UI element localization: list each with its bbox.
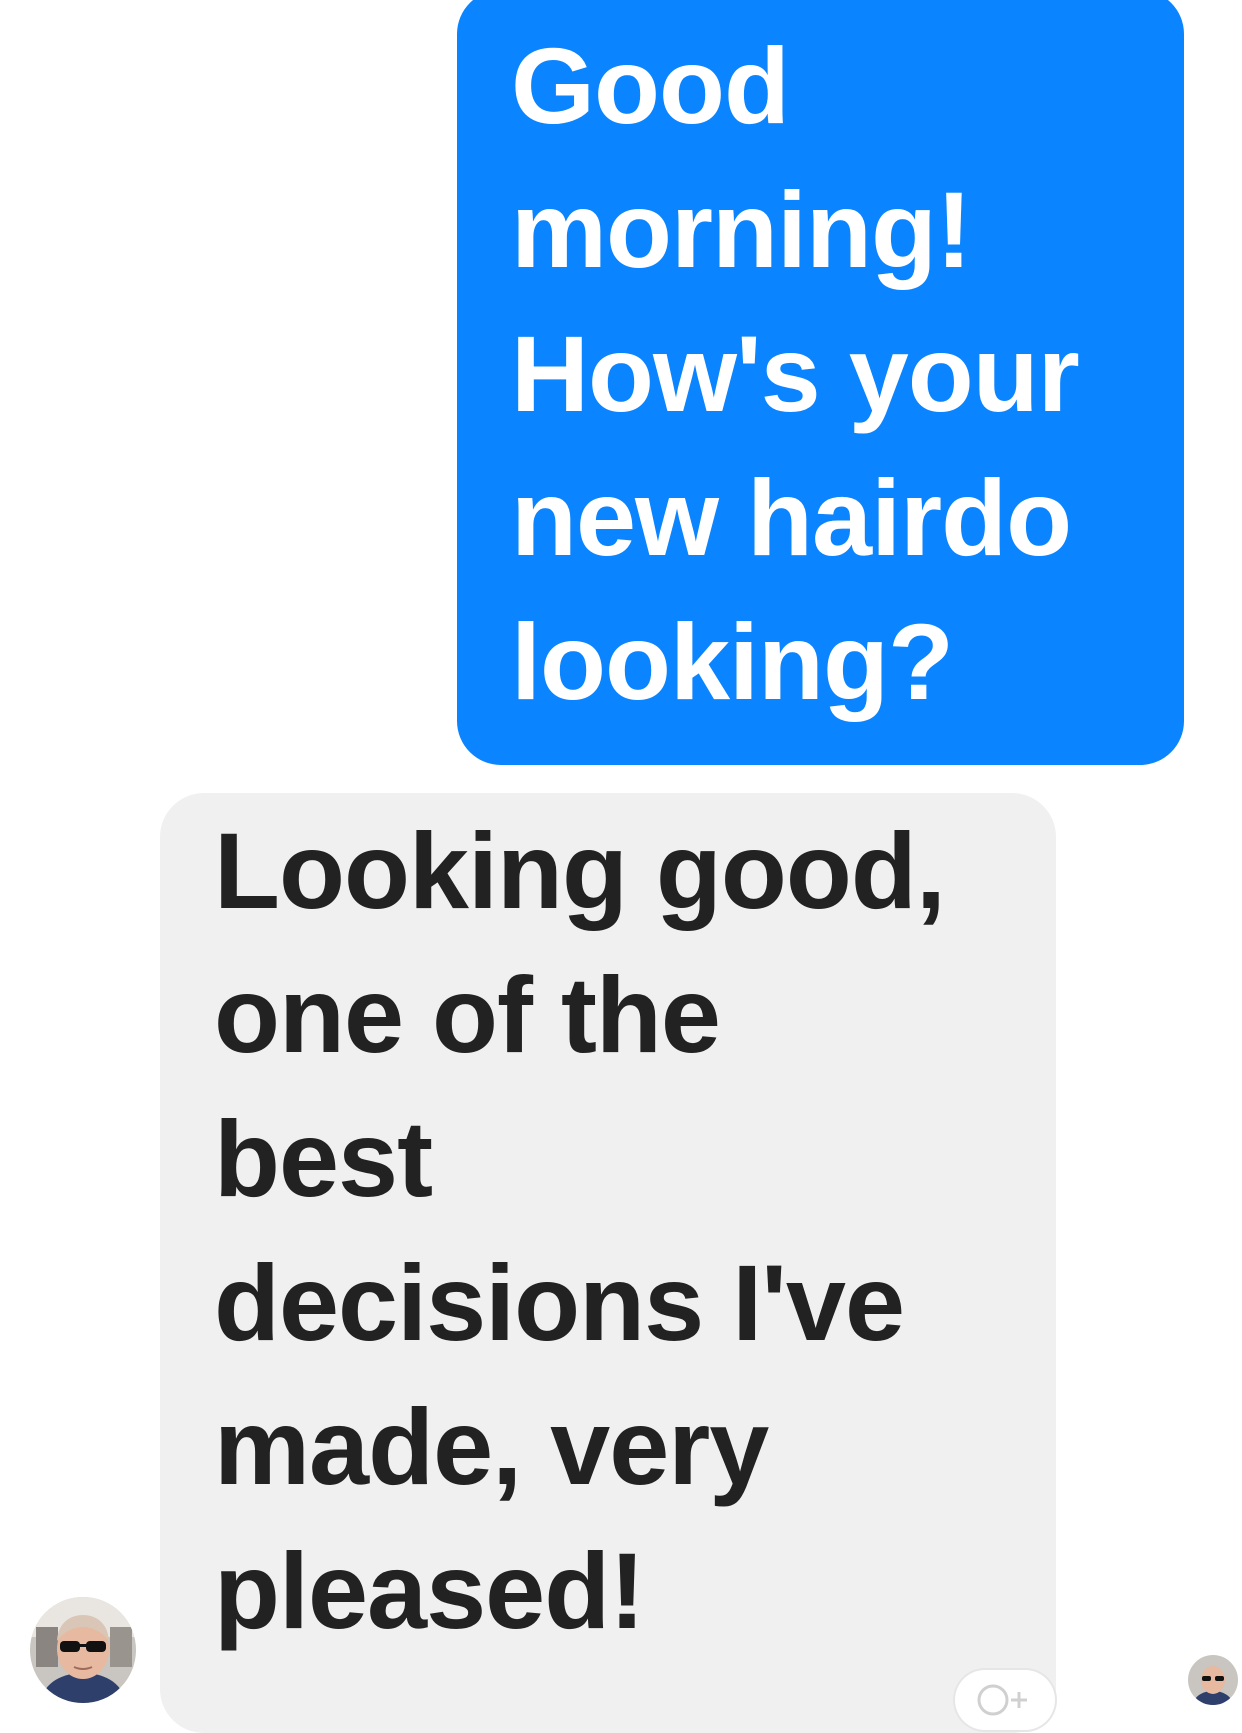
- incoming-message-bubble[interactable]: Looking good, one of the best decisions …: [160, 793, 1056, 1733]
- read-receipt-avatar-icon: [1188, 1655, 1238, 1705]
- outgoing-message-bubble[interactable]: Good morning! How's your new hairdo look…: [457, 0, 1184, 765]
- add-reaction-icon: [977, 1684, 1027, 1716]
- contact-avatar[interactable]: [30, 1597, 136, 1703]
- contact-avatar-photo-icon: [30, 1597, 136, 1703]
- add-reaction-button[interactable]: [955, 1670, 1055, 1730]
- read-receipt-avatar: [1188, 1655, 1238, 1705]
